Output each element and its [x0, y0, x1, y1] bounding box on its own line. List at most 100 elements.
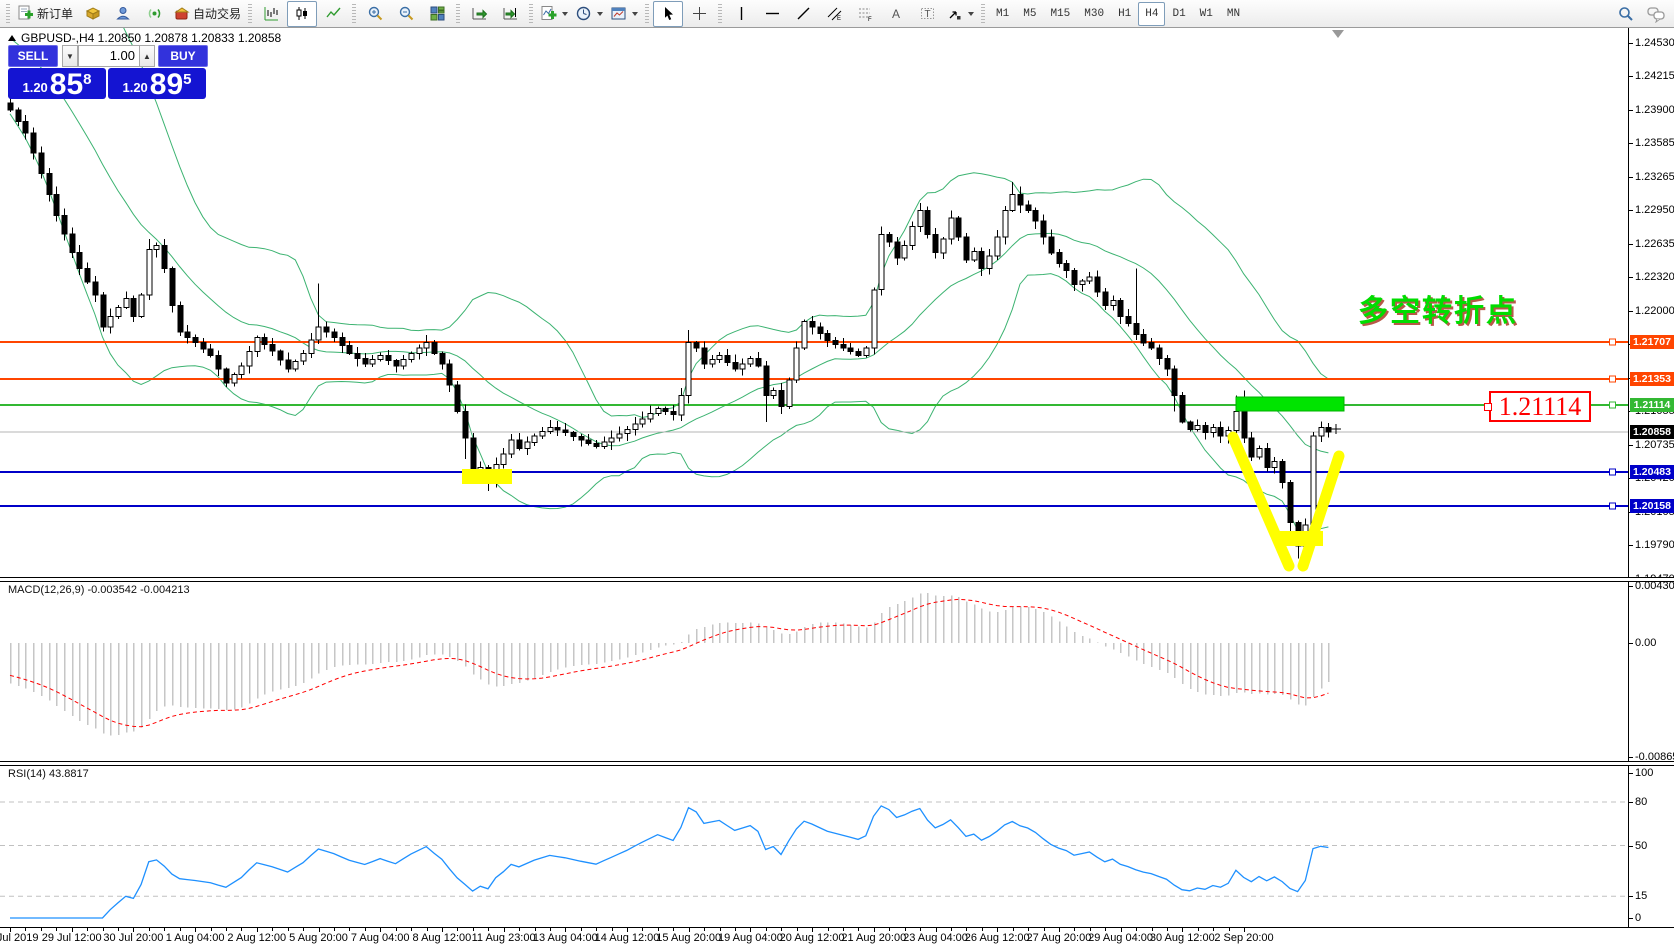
rsi-label: RSI(14) 43.8817: [8, 768, 89, 780]
time-tick: [889, 928, 890, 931]
macd-indicator-pane[interactable]: [0, 582, 1628, 761]
auto-scroll-button[interactable]: [464, 1, 494, 27]
signals-button[interactable]: [139, 1, 169, 27]
volume-input[interactable]: 1.00: [78, 45, 140, 67]
search-button[interactable]: [1611, 1, 1641, 27]
new-order-button[interactable]: 新订单: [14, 1, 76, 27]
zoom-in-button[interactable]: [360, 1, 390, 27]
fibonacci-button[interactable]: F: [850, 1, 880, 27]
bar-chart-button[interactable]: [256, 1, 286, 27]
horizontal-line-icon: [764, 5, 781, 22]
channel-button[interactable]: E: [819, 1, 849, 27]
volume-increase-button[interactable]: ▲: [139, 45, 155, 67]
rsi-indicator-pane[interactable]: [0, 766, 1628, 927]
chart-shift-marker-icon[interactable]: [1332, 30, 1344, 38]
indicators-button[interactable]: [537, 1, 571, 27]
buy-price-display[interactable]: 1.20 89 5: [108, 68, 206, 99]
autotrading-button[interactable]: 自动交易: [170, 1, 244, 27]
periods-button[interactable]: [572, 1, 606, 27]
trendline-button[interactable]: [788, 1, 818, 27]
candlestick-chart-button[interactable]: [287, 1, 317, 27]
axis-tick: [1629, 110, 1633, 111]
navigator-button[interactable]: [108, 1, 138, 27]
line-chart-button[interactable]: [318, 1, 348, 27]
autotrading-label: 自动交易: [193, 5, 241, 22]
cursor-icon: [660, 5, 677, 22]
time-tick: [334, 928, 335, 931]
time-tick: [25, 928, 26, 931]
time-axis[interactable]: 26 Jul 201929 Jul 12:0030 Jul 20:001 Aug…: [0, 928, 1674, 948]
time-tick: [550, 928, 551, 931]
turning-point-annotation[interactable]: 多空转折点: [1358, 286, 1518, 330]
arrows-button[interactable]: [943, 1, 977, 27]
rsi-axis-label: 15: [1635, 890, 1647, 902]
time-tick-label: 7 Aug 04:00: [351, 932, 410, 944]
time-tick: [226, 928, 227, 931]
rsi-axis-label: 100: [1635, 767, 1653, 779]
svg-text:F: F: [868, 17, 872, 22]
time-tick: [427, 928, 428, 931]
axis-tick: [1629, 918, 1633, 919]
buy-button[interactable]: BUY: [158, 45, 208, 67]
time-tick: [858, 928, 859, 931]
time-tick: [365, 928, 366, 931]
chart-shift-button[interactable]: [495, 1, 525, 27]
market-watch-button[interactable]: [77, 1, 107, 27]
axis-tick: [1629, 277, 1633, 278]
toolbar-grip: [456, 4, 460, 24]
time-tick-label: 30 Aug 12:00: [1150, 932, 1215, 944]
time-tick: [1198, 928, 1199, 931]
vertical-line-button[interactable]: [726, 1, 756, 27]
tab-timeframe-mn[interactable]: MN: [1220, 2, 1247, 26]
time-tick: [704, 928, 705, 931]
tab-timeframe-w1[interactable]: W1: [1193, 2, 1220, 26]
crosshair-button[interactable]: [684, 1, 714, 27]
time-tick: [1105, 928, 1106, 931]
collapse-panel-icon[interactable]: [8, 35, 16, 41]
sell-button[interactable]: SELL: [8, 45, 58, 67]
indicators-icon: [540, 5, 557, 22]
time-tick: [103, 928, 104, 931]
sell-price-main: 85: [50, 72, 83, 98]
templates-icon: [610, 5, 627, 22]
tab-timeframe-h1[interactable]: H1: [1111, 2, 1138, 26]
line-chart-icon: [325, 5, 342, 22]
horizontal-line-button[interactable]: [757, 1, 787, 27]
cursor-button[interactable]: [653, 1, 683, 27]
price-tick-label: 1.20735: [1635, 439, 1674, 451]
tab-timeframe-m15[interactable]: M15: [1043, 2, 1077, 26]
text-label-button[interactable]: T: [912, 1, 942, 27]
time-tick-label: 5 Aug 20:00: [289, 932, 348, 944]
tab-timeframe-m30[interactable]: M30: [1077, 2, 1111, 26]
time-tick: [920, 928, 921, 931]
chart-shift-icon: [502, 5, 519, 22]
tab-timeframe-h4[interactable]: H4: [1138, 2, 1165, 26]
time-tick: [673, 928, 674, 931]
tab-timeframe-m1[interactable]: M1: [989, 2, 1016, 26]
zoom-out-button[interactable]: [391, 1, 421, 27]
price-tick-label: 1.23585: [1635, 137, 1674, 149]
sell-price-display[interactable]: 1.20 85 8: [8, 68, 106, 99]
vertical-line-icon: [733, 5, 750, 22]
tab-timeframe-d1[interactable]: D1: [1165, 2, 1192, 26]
tile-windows-button[interactable]: [422, 1, 452, 27]
pane-separator[interactable]: [0, 577, 1674, 582]
time-tick: [1028, 928, 1029, 931]
time-tick: [349, 928, 350, 931]
callout-anchor-handle[interactable]: [1484, 403, 1492, 411]
axis-tick: [1629, 545, 1633, 546]
pane-separator[interactable]: [0, 761, 1674, 766]
price-axis[interactable]: 1.245301.242151.239001.235851.232651.229…: [1628, 28, 1674, 927]
rsi-axis-label: 50: [1635, 840, 1647, 852]
price-tick-label: 1.23265: [1635, 171, 1674, 183]
chat-button[interactable]: [1641, 1, 1671, 27]
axis-tick: [1629, 143, 1633, 144]
templates-button[interactable]: [607, 1, 641, 27]
time-tick: [828, 928, 829, 931]
volume-decrease-button[interactable]: ▼: [62, 45, 78, 67]
time-tick: [797, 928, 798, 931]
text-button[interactable]: A: [881, 1, 911, 27]
price-callout-box[interactable]: 1.21114: [1489, 391, 1591, 422]
time-tick: [535, 928, 536, 931]
tab-timeframe-m5[interactable]: M5: [1016, 2, 1043, 26]
